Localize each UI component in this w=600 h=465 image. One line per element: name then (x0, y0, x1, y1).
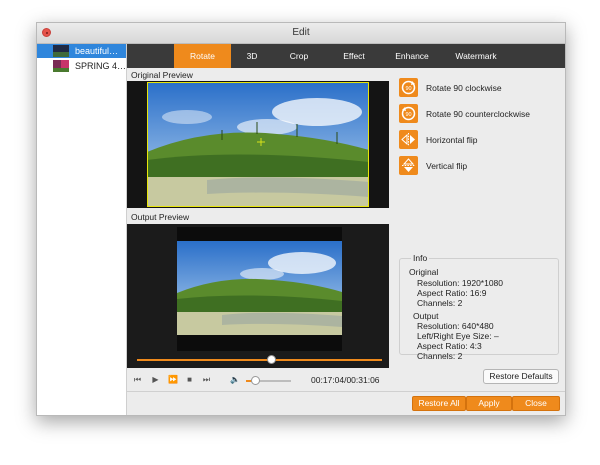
original-preview-label: Original Preview (131, 70, 193, 80)
seek-handle[interactable] (267, 355, 277, 364)
tab-effect[interactable]: Effect (325, 44, 383, 68)
tab-crop[interactable]: Crop (273, 44, 325, 68)
output-video-frame (177, 227, 342, 351)
info-output-eye-size: Left/Right Eye Size: – (417, 331, 499, 341)
tab-3d[interactable]: 3D (231, 44, 273, 68)
file-list: beautiful… SPRING 4… (37, 44, 127, 415)
flip-horizontal-icon (399, 130, 418, 149)
info-legend: Info (411, 253, 430, 263)
horizontal-flip-label: Horizontal flip (426, 135, 478, 145)
tab-enhance[interactable]: Enhance (383, 44, 441, 68)
tab-rotate[interactable]: Rotate (174, 44, 231, 68)
skip-to-end-icon[interactable]: ⏭ (202, 375, 211, 384)
svg-text:90: 90 (405, 86, 411, 92)
window-title: Edit (292, 27, 310, 38)
info-output-resolution: Resolution: 640*480 (417, 321, 494, 331)
info-output-heading: Output (413, 311, 439, 321)
edit-window: Edit beautiful… SPRING 4… Rotate 3D Crop… (36, 22, 566, 416)
seek-bar[interactable] (137, 359, 382, 361)
stop-icon[interactable]: ■ (185, 375, 194, 384)
rotate-clockwise-label: Rotate 90 clockwise (426, 83, 502, 93)
timecode: 00:17:04/00:31:06 (311, 375, 380, 385)
info-original-aspect-ratio: Aspect Ratio: 16:9 (417, 288, 487, 298)
restore-all-button[interactable]: Restore All (412, 396, 466, 411)
file-item-beautiful[interactable]: beautiful… (37, 44, 126, 58)
title-bar: Edit (37, 23, 565, 44)
info-original-resolution: Resolution: 1920*1080 (417, 278, 504, 288)
edit-tabs: Rotate 3D Crop Effect Enhance Watermark (127, 44, 565, 68)
info-original-channels: Channels: 2 (417, 298, 463, 308)
vertical-flip-label: Vertical flip (426, 161, 468, 171)
file-item-label: SPRING 4… (75, 61, 127, 71)
rotate-cw-icon: 90 (399, 78, 418, 97)
rotate-ccw-icon: 90 (399, 104, 418, 123)
output-preview-label: Output Preview (131, 212, 190, 222)
tab-watermark[interactable]: Watermark (441, 44, 511, 68)
file-item-label: beautiful… (75, 46, 119, 56)
close-button[interactable]: Close (512, 396, 560, 411)
fast-forward-icon[interactable]: ⏩ (168, 375, 178, 384)
volume-handle[interactable] (250, 376, 260, 385)
crop-selection-box[interactable] (147, 82, 369, 207)
info-output-aspect-ratio: Aspect Ratio: 4:3 (417, 341, 482, 351)
flip-vertical-icon (399, 156, 418, 175)
apply-button[interactable]: Apply (466, 396, 512, 411)
video-thumbnail-icon (53, 60, 69, 72)
rotate-counterclockwise-label: Rotate 90 counterclockwise (426, 109, 530, 119)
skip-to-start-icon[interactable]: ⏮ (133, 375, 142, 384)
restore-defaults-button[interactable]: Restore Defaults (483, 369, 559, 384)
info-original-heading: Original (409, 267, 439, 277)
original-preview (127, 81, 389, 208)
output-preview (127, 224, 389, 368)
svg-text:90: 90 (405, 112, 411, 118)
video-thumbnail-icon (53, 45, 69, 57)
file-item-spring[interactable]: SPRING 4… (37, 59, 126, 73)
play-icon[interactable]: ▶ (151, 375, 160, 384)
info-output-channels: Channels: 2 (417, 351, 463, 361)
player-controls: ⏮ ▶ ⏩ ■ ⏭ 🔈 00:17:04/00:31:06 (127, 370, 389, 390)
volume-icon[interactable]: 🔈 (230, 375, 240, 384)
